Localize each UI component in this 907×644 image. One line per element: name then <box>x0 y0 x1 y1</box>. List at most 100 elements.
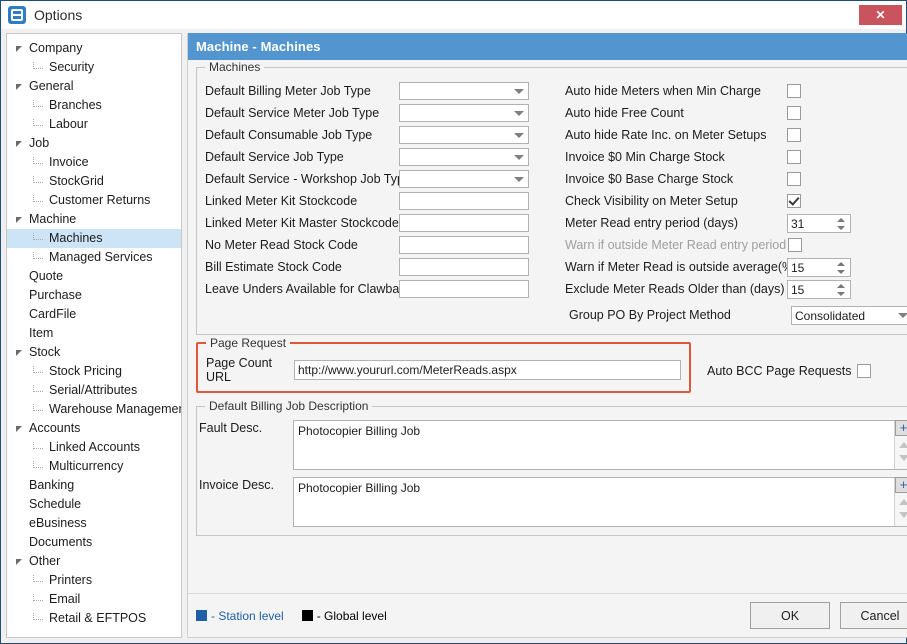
sidebar-item-warehouse-management[interactable]: Warehouse Management <box>7 400 181 419</box>
tree-expander-icon[interactable] <box>15 138 27 150</box>
sidebar-item-label: Printers <box>49 573 93 587</box>
sidebar-item-printers[interactable]: Printers <box>7 571 181 590</box>
sidebar-item-customer-returns[interactable]: Customer Returns <box>7 191 181 210</box>
sidebar-item-labour[interactable]: Labour <box>7 115 181 134</box>
sidebar-item-ebusiness[interactable]: eBusiness <box>7 514 181 533</box>
linked-meter-kit-stockcode-input[interactable] <box>399 192 529 210</box>
linked-meter-kit-master-stockcode-input[interactable] <box>399 214 529 232</box>
auto-hide-free-count-checkbox[interactable] <box>787 106 801 120</box>
invoice-0-min-charge-stock-checkbox[interactable] <box>787 150 801 164</box>
default-consumable-job-type-select[interactable] <box>399 126 529 144</box>
sidebar-item-purchase[interactable]: Purchase <box>7 286 181 305</box>
sidebar-item-stockgrid[interactable]: StockGrid <box>7 172 181 191</box>
sidebar-item-general[interactable]: General <box>7 77 181 96</box>
default-billing-meter-job-type-select[interactable] <box>399 82 529 100</box>
sidebar-item-label: Documents <box>29 535 93 549</box>
sidebar-item-documents[interactable]: Documents <box>7 533 181 552</box>
tree-spacer-icon <box>15 328 27 340</box>
fault-description-add-button[interactable]: + <box>895 420 907 436</box>
tree-connector-icon <box>33 99 47 112</box>
default-service-job-type-row: Default Service Job Type <box>205 146 557 168</box>
sidebar-item-cardfile[interactable]: CardFile <box>7 305 181 324</box>
sidebar-item-machine[interactable]: Machine <box>7 210 181 229</box>
settings-tree[interactable]: Company Security General Branches Labour Job I… <box>6 33 182 638</box>
sidebar-item-machines[interactable]: Machines <box>7 229 181 248</box>
station-level-label: - Station level <box>211 608 284 623</box>
scroll-down-icon[interactable] <box>898 455 907 461</box>
ok-button[interactable]: OK <box>750 602 830 629</box>
spinner-arrows-icon[interactable] <box>837 261 846 275</box>
sidebar-item-other[interactable]: Other <box>7 552 181 571</box>
invoice-description-textarea[interactable]: Photocopier Billing Job + <box>293 477 907 527</box>
tree-expander-icon[interactable] <box>15 214 27 226</box>
warn-outside-average-stepper[interactable]: 15 <box>787 257 851 277</box>
tree-spacer-icon <box>15 499 27 511</box>
tree-spacer-icon <box>15 271 27 283</box>
sidebar-item-item[interactable]: Item <box>7 324 181 343</box>
sidebar-item-accounts[interactable]: Accounts <box>7 419 181 438</box>
page-count-url-input[interactable]: http://www.yoururl.com/MeterReads.aspx <box>294 360 681 380</box>
sidebar-item-label: Item <box>29 326 54 340</box>
auto-hide-meters-when-min-charge-checkbox[interactable] <box>787 84 801 98</box>
scroll-up-icon[interactable] <box>898 442 907 448</box>
tree-expander-icon[interactable] <box>15 347 27 359</box>
window-title: Options <box>34 7 83 23</box>
default-billing-meter-job-type-row: Default Billing Meter Job Type <box>205 80 557 102</box>
meter-read-entry-period-stepper[interactable]: 31 <box>787 213 851 233</box>
sidebar-item-security[interactable]: Security <box>7 58 181 77</box>
invoice-description-add-button[interactable]: + <box>895 477 907 493</box>
sidebar-item-branches[interactable]: Branches <box>7 96 181 115</box>
auto-hide-rate-inc-on-meter-setups-checkbox[interactable] <box>787 128 801 142</box>
linked-meter-kit-master-stockcode-label: Linked Meter Kit Master Stockcode <box>205 216 399 230</box>
tree-expander-icon[interactable] <box>15 81 27 93</box>
default-service-workshop-job-type-select[interactable] <box>399 170 529 188</box>
auto-hide-free-count-label: Auto hide Free Count <box>565 106 684 120</box>
sidebar-item-schedule[interactable]: Schedule <box>7 495 181 514</box>
leave-unders-available-for-clawback-label: Leave Unders Available for Clawback <box>205 282 412 296</box>
sidebar-item-company[interactable]: Company <box>7 39 181 58</box>
cancel-button[interactable]: Cancel <box>840 602 907 629</box>
exclude-older-than-stepper[interactable]: 15 <box>787 279 851 299</box>
sidebar-item-banking[interactable]: Banking <box>7 476 181 495</box>
default-service-job-type-select[interactable] <box>399 148 529 166</box>
fault-description-value: Photocopier Billing Job <box>298 424 421 438</box>
sidebar-item-quote[interactable]: Quote <box>7 267 181 286</box>
sidebar-item-linked-accounts[interactable]: Linked Accounts <box>7 438 181 457</box>
tree-expander-icon[interactable] <box>15 556 27 568</box>
scroll-up-icon[interactable] <box>898 499 907 505</box>
auto-bcc-page-requests-checkbox[interactable] <box>856 364 871 378</box>
close-icon[interactable]: ✕ <box>859 5 902 25</box>
warn-outside-entry-period-checkbox[interactable] <box>788 238 803 252</box>
check-visibility-on-meter-setup-checkbox[interactable] <box>787 194 801 208</box>
spinner-arrows-icon[interactable] <box>837 283 846 297</box>
spinner-arrows-icon[interactable] <box>837 217 846 231</box>
linked-meter-kit-master-stockcode-row: Linked Meter Kit Master Stockcode <box>205 212 557 234</box>
sidebar-item-serial-attributes[interactable]: Serial/Attributes <box>7 381 181 400</box>
default-service-meter-job-type-select[interactable] <box>399 104 529 122</box>
scroll-down-icon[interactable] <box>898 512 907 518</box>
warn-outside-average-label: Warn if Meter Read is outside average(%) <box>565 260 798 274</box>
no-meter-read-stock-code-input[interactable] <box>399 236 529 254</box>
sidebar-item-label: Security <box>49 60 95 74</box>
dialog-footer: - Station level - Global level OK Cancel <box>188 593 907 637</box>
invoice-0-min-charge-stock-row: Invoice $0 Min Charge Stock <box>565 146 907 168</box>
fault-description-textarea[interactable]: Photocopier Billing Job + <box>293 420 907 470</box>
sidebar-item-invoice[interactable]: Invoice <box>7 153 181 172</box>
group-po-method-select[interactable]: Consolidated <box>791 305 907 325</box>
sidebar-item-multicurrency[interactable]: Multicurrency <box>7 457 181 476</box>
sidebar-item-retail-eftpos[interactable]: Retail & EFTPOS <box>7 609 181 628</box>
tree-expander-icon[interactable] <box>15 43 27 55</box>
sidebar-item-email[interactable]: Email <box>7 590 181 609</box>
tree-connector-icon <box>33 460 47 473</box>
sidebar-item-stock[interactable]: Stock <box>7 343 181 362</box>
tree-expander-icon[interactable] <box>15 423 27 435</box>
machines-left-column: Default Billing Meter Job Type Default Se… <box>205 80 557 326</box>
bill-estimate-stock-code-input[interactable] <box>399 258 529 276</box>
sidebar-item-managed-services[interactable]: Managed Services <box>7 248 181 267</box>
no-meter-read-stock-code-label: No Meter Read Stock Code <box>205 238 358 252</box>
leave-unders-available-for-clawback-input[interactable] <box>399 280 529 298</box>
sidebar-item-job[interactable]: Job <box>7 134 181 153</box>
invoice-0-base-charge-stock-checkbox[interactable] <box>787 172 801 186</box>
invoice-0-min-charge-stock-label: Invoice $0 Min Charge Stock <box>565 150 725 164</box>
sidebar-item-stock-pricing[interactable]: Stock Pricing <box>7 362 181 381</box>
